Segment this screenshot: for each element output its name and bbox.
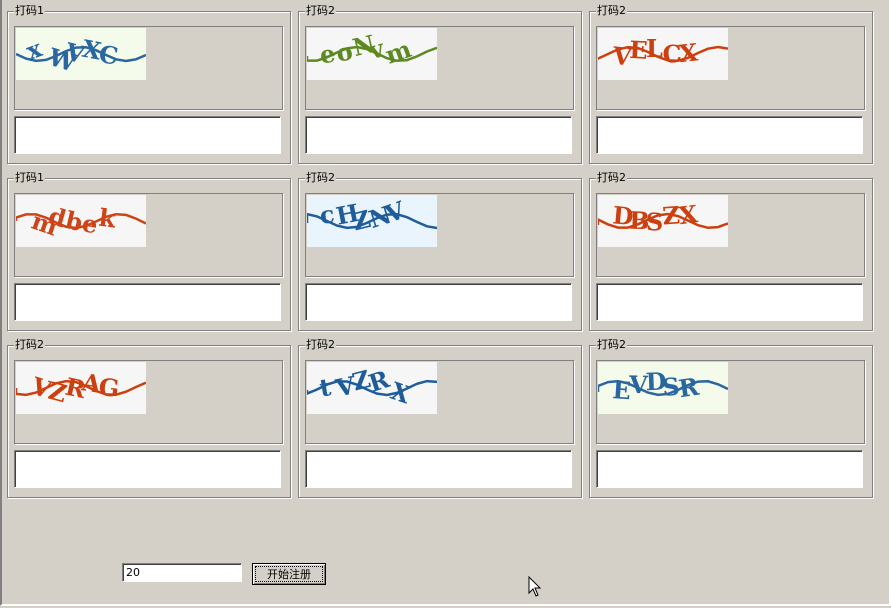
panel-title: 打码1 (14, 4, 45, 17)
captcha-image: VZRAG (16, 362, 146, 414)
captcha-image-frame: cHZNV (305, 193, 574, 277)
captcha-answer-input[interactable] (14, 450, 281, 488)
captcha-image-frame: mdbek (14, 193, 283, 277)
captcha-char: C (97, 39, 120, 70)
captcha-image: tVZRX (307, 362, 437, 414)
captcha-answer-input[interactable] (305, 450, 572, 488)
captcha-svg: cHZNV (307, 195, 437, 236)
captcha-image-frame: tVZRX (305, 360, 574, 444)
captcha-svg: VZRAG (16, 367, 146, 408)
captcha-svg: x WVXC (16, 33, 146, 78)
captcha-char: k (97, 203, 118, 234)
captcha-image-frame: xWVXC (14, 26, 283, 110)
captcha-image-frame: DBSZX (596, 193, 865, 277)
captcha-image-frame: VELCX (596, 26, 865, 110)
panel-title: 打码1 (14, 171, 45, 184)
start-register-button[interactable]: 开始注册 (252, 563, 326, 585)
captcha-svg: mdbek (16, 201, 146, 242)
panel-title: 打码2 (14, 338, 45, 351)
captcha-answer-input[interactable] (14, 283, 281, 321)
panel-title: 打码2 (305, 338, 336, 351)
captcha-svg: DBSZX (598, 199, 728, 236)
captcha-image: VELCX (598, 28, 728, 80)
panel-title: 打码2 (305, 4, 336, 17)
captcha-image: cHZNV (307, 195, 437, 247)
captcha-char: S (646, 207, 664, 236)
captcha-panel-3: 打码2 VELCX (589, 5, 873, 164)
mouse-cursor-icon (528, 576, 542, 597)
captcha-char: X (678, 37, 700, 68)
captcha-panel-5: 打码2 cHZNV (298, 172, 582, 331)
captcha-panel-9: 打码2 EVDSR (589, 339, 873, 498)
captcha-image-frame: eoNvm (305, 26, 574, 110)
panel-title: 打码2 (305, 171, 336, 184)
captcha-answer-input[interactable] (596, 283, 863, 321)
captcha-char: m (382, 34, 415, 70)
captcha-char: G (97, 372, 120, 403)
captcha-answer-input[interactable] (305, 116, 572, 154)
captcha-panel-1: 打码1 xWVXC (7, 5, 291, 164)
captcha-svg: VELCX (598, 34, 728, 72)
captcha-panel-2: 打码2 eoNvm (298, 5, 582, 164)
captcha-answer-input[interactable] (596, 116, 863, 154)
captcha-char: x (22, 33, 46, 65)
captcha-image-frame: VZRAG (14, 360, 283, 444)
captcha-image: xWVXC (16, 28, 146, 80)
captcha-char: X (387, 376, 414, 410)
captcha-svg: t VZRX (307, 364, 437, 410)
captcha-svg: eoNvm (307, 29, 437, 70)
captcha-char: L (646, 34, 663, 63)
panel-title: 打码2 (596, 171, 627, 184)
panel-title: 打码2 (596, 4, 627, 17)
captcha-svg: EVDSR (598, 367, 728, 405)
captcha-panel-8: 打码2 tVZRX (298, 339, 582, 498)
captcha-image: DBSZX (598, 195, 728, 247)
captcha-answer-input[interactable] (14, 116, 281, 154)
captcha-answer-input[interactable] (305, 283, 572, 321)
captcha-char: t (317, 372, 332, 402)
captcha-char: X (677, 199, 699, 230)
captcha-panel-7: 打码2 VZRAG (7, 339, 291, 498)
captcha-panel-4: 打码1 mdbek (7, 172, 291, 331)
captcha-image-frame: EVDSR (596, 360, 865, 444)
panel-title: 打码2 (596, 338, 627, 351)
captcha-char: R (677, 372, 702, 404)
captcha-image: eoNvm (307, 28, 437, 80)
captcha-answer-input[interactable] (596, 450, 863, 488)
register-count-input[interactable] (122, 563, 242, 582)
captcha-image: mdbek (16, 195, 146, 247)
captcha-panel-6: 打码2 DBSZX (589, 172, 873, 331)
captcha-image: EVDSR (598, 362, 728, 414)
